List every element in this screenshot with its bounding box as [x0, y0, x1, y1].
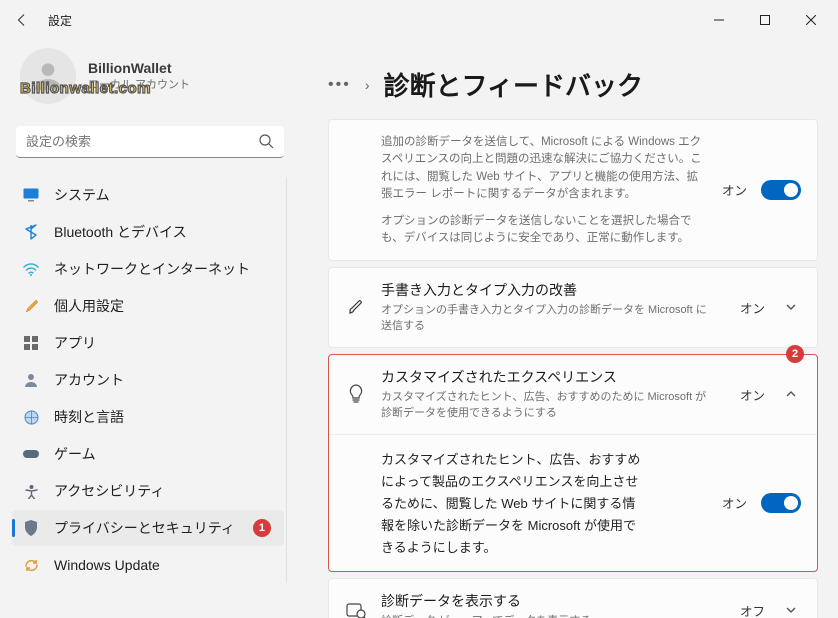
- sidebar-item-label: Bluetooth とデバイス: [54, 222, 187, 242]
- chevron-up-icon[interactable]: [785, 388, 801, 400]
- card-desc: オプションの手書き入力とタイプ入力の診断データを Microsoft に送信する: [381, 302, 711, 335]
- sidebar-item-label: 個人用設定: [54, 296, 124, 316]
- minimize-button[interactable]: [696, 4, 742, 36]
- card-desc: 追加の診断データを送信して、Microsoft による Windows エクスペ…: [381, 134, 708, 203]
- account-name: BillionWallet: [88, 60, 190, 76]
- toggle-state: オン: [740, 385, 765, 404]
- window-title: 設定: [48, 12, 72, 29]
- sidebar-item-label: プライバシーとセキュリティ: [54, 518, 235, 538]
- sidebar-item-accessibility[interactable]: アクセシビリティ: [12, 473, 284, 509]
- annotation-badge-1: 1: [253, 519, 271, 537]
- chevron-down-icon[interactable]: [785, 301, 801, 313]
- chevron-down-icon[interactable]: [785, 604, 801, 616]
- toggle-state: オン: [722, 180, 747, 199]
- toggle-optional-diagnostics[interactable]: [761, 180, 801, 200]
- search-input-wrap: [16, 126, 284, 158]
- wifi-icon: [22, 260, 40, 278]
- card-title: 診断データを表示する: [381, 591, 726, 611]
- person-icon: [22, 371, 40, 389]
- breadcrumb-more[interactable]: •••: [328, 76, 351, 94]
- sidebar-item-gaming[interactable]: ゲーム: [12, 436, 284, 472]
- game-icon: [22, 445, 40, 463]
- sidebar-item-accounts[interactable]: アカウント: [12, 362, 284, 398]
- accessibility-icon: [22, 482, 40, 500]
- sidebar-item-windows-update[interactable]: Windows Update: [12, 547, 284, 583]
- chevron-right-icon: ›: [365, 77, 370, 93]
- apps-icon: [22, 334, 40, 352]
- brush-icon: [22, 297, 40, 315]
- card-tailored-experiences: カスタマイズされたエクスペリエンス カスタマイズされたヒント、広告、おすすめのた…: [328, 354, 818, 572]
- card-handwriting[interactable]: 手書き入力とタイプ入力の改善 オプションの手書き入力とタイプ入力の診断データを …: [328, 267, 818, 348]
- sidebar-item-personalization[interactable]: 個人用設定: [12, 288, 284, 324]
- globe-icon: [22, 408, 40, 426]
- account-type: ローカル アカウント: [88, 76, 190, 92]
- sidebar-item-label: Windows Update: [54, 557, 160, 573]
- maximize-button[interactable]: [742, 4, 788, 36]
- update-icon: [22, 556, 40, 574]
- sidebar-item-privacy[interactable]: プライバシーとセキュリティ 1: [12, 510, 284, 546]
- sidebar-item-label: 時刻と言語: [54, 407, 124, 427]
- search-icon: [258, 133, 274, 149]
- toggle-state: オン: [740, 298, 765, 317]
- sidebar-item-label: ネットワークとインターネット: [54, 259, 250, 279]
- bluetooth-icon: [22, 223, 40, 241]
- card-desc: カスタマイズされたヒント、広告、おすすめのために Microsoft が診断デー…: [381, 389, 711, 422]
- avatar: [20, 48, 76, 104]
- pen-icon: [345, 298, 367, 316]
- card-diagnostic-viewer[interactable]: 診断データを表示する 診断データ ビューアーでデータを表示する オフ: [328, 578, 818, 618]
- toggle-state: オン: [722, 493, 747, 512]
- account-block[interactable]: BillionWallet ローカル アカウント: [12, 40, 288, 120]
- sidebar-item-label: アプリ: [54, 333, 96, 353]
- card-title: カスタマイズされたエクスペリエンス: [381, 367, 726, 387]
- sidebar-item-label: アクセシビリティ: [54, 481, 164, 501]
- card-header-row[interactable]: カスタマイズされたエクスペリエンス カスタマイズされたヒント、広告、おすすめのた…: [329, 355, 817, 434]
- annotation-badge-2: 2: [786, 345, 804, 363]
- sidebar-item-label: ゲーム: [54, 444, 96, 464]
- sidebar-item-network[interactable]: ネットワークとインターネット: [12, 251, 284, 287]
- card-desc: 診断データ ビューアーでデータを表示する: [381, 613, 711, 618]
- shield-icon: [22, 519, 40, 537]
- close-button[interactable]: [788, 4, 834, 36]
- sidebar-item-bluetooth[interactable]: Bluetooth とデバイス: [12, 214, 284, 250]
- sidebar-item-apps[interactable]: アプリ: [12, 325, 284, 361]
- toggle-tailored-experiences[interactable]: [761, 493, 801, 513]
- sidebar-item-time-language[interactable]: 時刻と言語: [12, 399, 284, 435]
- lightbulb-icon: [345, 384, 367, 404]
- search-input[interactable]: [16, 126, 284, 158]
- card-desc-note: オプションの診断データを送信しないことを選択した場合でも、デバイスは同じように安…: [381, 213, 708, 248]
- sidebar-item-system[interactable]: システム: [12, 177, 284, 213]
- toggle-state: オフ: [740, 601, 765, 618]
- back-button[interactable]: [4, 2, 40, 38]
- sidebar-item-label: システム: [54, 185, 110, 205]
- card-sub-desc: カスタマイズされたヒント、広告、おすすめによって製品のエクスペリエンスを向上させ…: [381, 449, 641, 559]
- display-icon: [22, 186, 40, 204]
- data-viewer-icon: [345, 601, 367, 618]
- page-title: 診断とフィードバック: [383, 66, 642, 103]
- card-optional-diagnostics: 追加の診断データを送信して、Microsoft による Windows エクスペ…: [328, 119, 818, 261]
- sidebar-item-label: アカウント: [54, 370, 124, 390]
- card-title: 手書き入力とタイプ入力の改善: [381, 280, 726, 300]
